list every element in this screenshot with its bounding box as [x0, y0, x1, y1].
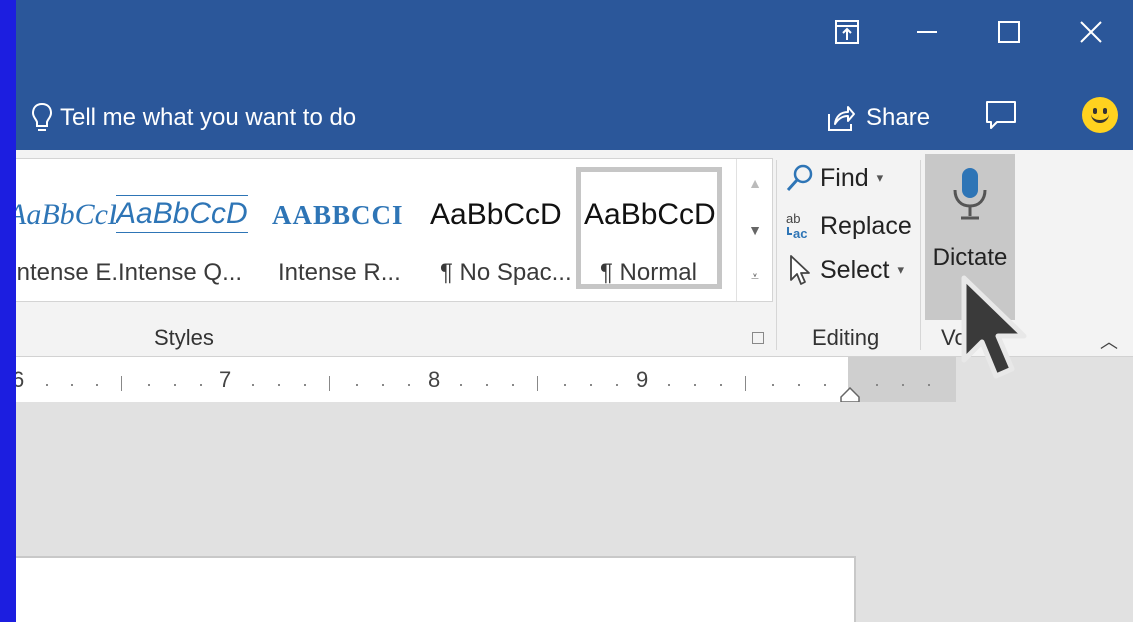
style-intense-reference[interactable]: AABBCCI Intense R...: [272, 159, 422, 301]
comments-button[interactable]: [984, 98, 1024, 138]
ribbon-display-options-button[interactable]: [827, 12, 867, 52]
find-label: Find: [820, 163, 869, 192]
ruler-number: 7: [219, 367, 232, 392]
svg-text:ac: ac: [793, 226, 807, 241]
tell-me-search[interactable]: Tell me what you want to do: [30, 100, 356, 136]
word-window: Tell me what you want to do Share AaBbCc…: [16, 0, 1133, 622]
ribbon-display-options-icon: [835, 20, 859, 44]
chevron-down-icon: ▼: [748, 221, 762, 238]
style-intense-emphasis[interactable]: AaBbCcDc Intense E...: [16, 159, 116, 301]
style-no-spacing[interactable]: AaBbCcD ¶ No Spac...: [430, 159, 576, 301]
collapse-ribbon-icon[interactable]: ︿: [1100, 328, 1118, 354]
group-separator: [920, 160, 921, 350]
replace-button[interactable]: ab ac Replace: [784, 206, 912, 246]
search-icon: [786, 164, 813, 192]
share-icon: [828, 106, 855, 131]
replace-icon: ab ac: [786, 211, 807, 241]
smiley-icon[interactable]: [1082, 97, 1118, 133]
dropdown-caret-icon: ▾: [876, 170, 884, 185]
editing-group-label: Editing: [812, 325, 880, 350]
maximize-button[interactable]: [989, 12, 1029, 52]
more-styles-icon: ⩡: [751, 268, 759, 284]
group-separator: [776, 160, 777, 350]
gallery-scroll-up-button[interactable]: ▲: [737, 159, 773, 206]
styles-dialog-launcher-icon[interactable]: [752, 332, 764, 344]
tell-me-label: Tell me what you want to do: [60, 104, 357, 131]
microphone-icon: [953, 168, 987, 220]
select-cursor-icon: [790, 255, 810, 285]
ruler-number: 6: [16, 367, 25, 392]
close-icon: [1080, 21, 1102, 43]
maximize-icon: [998, 21, 1020, 43]
chevron-up-icon: ▲: [748, 174, 762, 191]
minimize-button[interactable]: [907, 12, 947, 52]
dropdown-caret-icon: ▾: [897, 262, 905, 277]
mouse-pointer-icon: [961, 275, 1027, 379]
select-label: Select: [820, 255, 890, 284]
ruler-number: 8: [428, 367, 441, 392]
right-indent-marker-icon[interactable]: [840, 387, 860, 403]
styles-gallery: AaBbCcDc Intense E... AaBbCcD Intense Q.…: [16, 158, 773, 302]
ruler-margin-area: [848, 357, 956, 402]
gallery-scrollbar: ▲ ▼ ⩡: [736, 159, 773, 301]
share-button[interactable]: Share: [826, 98, 930, 138]
dictate-label: Dictate: [932, 244, 1008, 271]
style-intense-quote[interactable]: AaBbCcD Intense Q...: [116, 159, 258, 301]
close-button[interactable]: [1071, 12, 1111, 52]
styles-group-label: Styles: [154, 325, 214, 350]
replace-label: Replace: [820, 211, 912, 240]
gallery-more-button[interactable]: ⩡: [737, 253, 773, 300]
title-bar: Tell me what you want to do Share: [16, 0, 1133, 150]
document-page[interactable]: [16, 556, 856, 622]
share-label: Share: [866, 104, 931, 131]
selected-style-highlight: [576, 167, 722, 289]
select-button[interactable]: Select ▾: [784, 250, 904, 290]
svg-text:ab: ab: [786, 211, 800, 226]
gallery-scroll-down-button[interactable]: ▼: [737, 206, 773, 253]
comment-icon: [986, 101, 1016, 129]
minimize-icon: [917, 31, 937, 33]
find-button[interactable]: Find ▾: [784, 158, 883, 198]
horizontal-ruler[interactable]: 6 7 8 9: [16, 357, 956, 403]
ruler-number: 9: [636, 367, 649, 392]
lightbulb-icon: [31, 102, 53, 131]
